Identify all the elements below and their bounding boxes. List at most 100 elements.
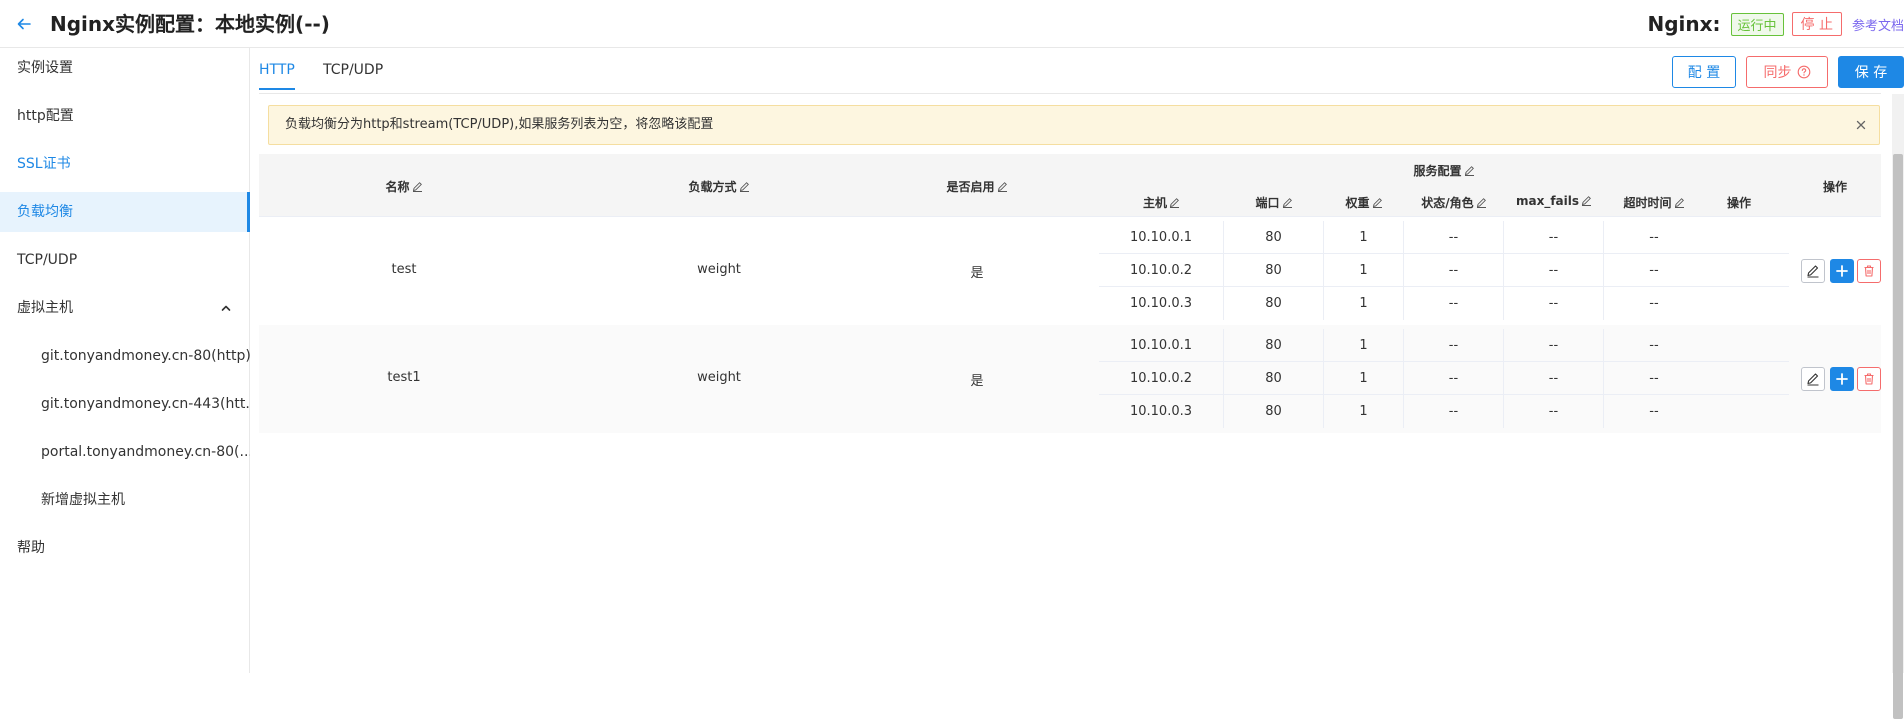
nginx-label: Nginx: [1647,12,1721,36]
cell-weight: 1 [1324,362,1404,395]
sidebar-item-vhost-portal-80[interactable]: portal.tonyandmoney.cn-80(... [0,432,250,472]
delete-button[interactable] [1857,259,1881,283]
protocol-tabs: HTTP TCP/UDP [259,48,1881,94]
server-row: 10.10.0.3 80 1 -- -- -- [1099,287,1789,320]
sidebar-item-vhost-git-80[interactable]: git.tonyandmoney.cn-80(http) [0,336,250,376]
cell-weight: 1 [1324,221,1404,254]
plus-icon [1836,265,1848,277]
cell-status: -- [1404,287,1504,320]
cell-weight: 1 [1324,395,1404,428]
sidebar-item-add-vhost[interactable]: 新增虚拟主机 [0,480,250,520]
edit-icon [1464,166,1474,176]
th-method: 负载方式 [549,178,889,195]
sidebar-item-label: 帮助 [17,540,45,556]
sidebar-item-label: 实例设置 [17,60,73,76]
cell-host: 10.10.0.1 [1099,221,1224,254]
cell-host: 10.10.0.2 [1099,362,1224,395]
delete-button[interactable] [1857,367,1881,391]
sidebar-item-http-config[interactable]: http配置 [0,96,250,136]
help-circle-icon [1797,65,1810,79]
stop-button[interactable]: 停 止 [1791,12,1842,36]
cell-host: 10.10.0.3 [1099,395,1224,428]
add-server-button[interactable] [1830,367,1854,391]
cell-name: test [391,262,417,277]
tab-http[interactable]: HTTP [259,62,295,90]
server-row: 10.10.0.2 80 1 -- -- -- [1099,254,1789,287]
cell-status: -- [1404,329,1504,362]
edit-icon [1581,196,1592,206]
config-button[interactable]: 配 置 [1672,56,1736,88]
sidebar-item-vhost-git-443[interactable]: git.tonyandmoney.cn-443(htt... [0,384,250,424]
cell-status: -- [1404,254,1504,287]
trash-icon [1864,265,1874,277]
cell-port: 80 [1224,362,1324,395]
sidebar-item-virtual-hosts[interactable]: 虚拟主机 [0,288,250,328]
th-sub-operation: 操作 [1726,196,1751,210]
sidebar-item-label: http配置 [17,108,74,124]
cell-host: 10.10.0.3 [1099,287,1224,320]
cell-timeout: -- [1649,338,1659,353]
cell-timeout: -- [1649,404,1659,419]
cell-max-fails: -- [1504,329,1604,362]
sidebar-item-label: git.tonyandmoney.cn-443(htt... [41,396,250,412]
sidebar-item-label: 负载均衡 [17,204,73,220]
arrow-left-icon[interactable] [12,12,36,36]
edit-icon [1372,198,1382,208]
sidebar-item-label: git.tonyandmoney.cn-80(http) [41,348,250,364]
add-server-button[interactable] [1830,259,1854,283]
server-row: 10.10.0.1 80 1 -- -- -- [1099,329,1789,362]
instance-status-bar: Nginx: 运行中 停 止 参考文档 [1647,12,1904,36]
sidebar: 实例设置 http配置 SSL证书 负载均衡 TCP/UDP 虚拟主机 git.… [0,48,250,673]
sidebar-item-load-balancing[interactable]: 负载均衡 [0,192,250,232]
cell-port: 80 [1224,329,1324,362]
table-header: 名称 负载方式 是否启用 服务配置 主机 端口 权重 状态/角色 max_fai… [259,154,1881,217]
tab-tcp-udp[interactable]: TCP/UDP [323,62,383,88]
edit-icon [1807,373,1819,386]
edit-icon [739,182,749,192]
table-row: test weight 是 10.10.0.1 80 1 -- -- -- 10… [259,217,1881,325]
toolbar-actions: 配 置 同步 保 存 [1662,56,1904,88]
cell-status: -- [1404,362,1504,395]
cell-weight: 1 [1324,329,1404,362]
vertical-scrollbar[interactable] [1892,94,1904,719]
edit-icon [1282,198,1292,208]
sidebar-item-label: 新增虚拟主机 [41,492,125,508]
edit-icon [1807,265,1819,278]
sync-button-label: 同步 [1763,65,1792,81]
cell-max-fails: -- [1504,221,1604,254]
chevron-up-icon[interactable] [220,302,232,314]
th-service-config: 服务配置 [1099,162,1789,179]
info-alert: 负载均衡分为http和stream(TCP/UDP),如果服务列表为空，将忽略该… [268,105,1880,145]
th-name: 名称 [259,178,549,195]
cell-port: 80 [1224,395,1324,428]
alert-message: 负载均衡分为http和stream(TCP/UDP),如果服务列表为空，将忽略该… [285,117,714,132]
server-row: 10.10.0.1 80 1 -- -- -- [1099,221,1789,254]
page-title: Nginx实例配置：本地实例(--) [50,12,330,36]
cell-max-fails: -- [1504,287,1604,320]
scrollbar-thumb[interactable] [1893,154,1903,719]
page-header: Nginx实例配置：本地实例(--) Nginx: 运行中 停 止 参考文档 [0,0,1904,48]
cell-max-fails: -- [1504,395,1604,428]
reference-docs-link[interactable]: 参考文档 [1852,15,1904,34]
plus-icon [1836,373,1848,385]
sidebar-item-help[interactable]: 帮助 [0,528,250,568]
cell-port: 80 [1224,287,1324,320]
edit-button[interactable] [1801,367,1825,391]
cell-port: 80 [1224,254,1324,287]
main-content: HTTP TCP/UDP 配 置 同步 保 存 负载均衡分为http和strea… [259,48,1904,719]
sidebar-item-ssl-cert[interactable]: SSL证书 [0,144,250,184]
sidebar-item-tcp-udp[interactable]: TCP/UDP [0,240,250,280]
cell-method: weight [697,262,741,277]
save-button[interactable]: 保 存 [1838,56,1904,88]
sidebar-item-instance-settings[interactable]: 实例设置 [0,48,250,88]
sidebar-item-label: 虚拟主机 [17,300,73,316]
edit-icon [412,182,422,192]
edit-icon [1169,198,1179,208]
edit-button[interactable] [1801,259,1825,283]
sync-button[interactable]: 同步 [1746,56,1828,88]
config-button-label: 配 置 [1687,65,1721,81]
sidebar-item-label: SSL证书 [17,156,71,172]
sidebar-item-label: portal.tonyandmoney.cn-80(... [41,444,250,460]
close-icon[interactable] [1855,119,1867,131]
upstream-table: 名称 负载方式 是否启用 服务配置 主机 端口 权重 状态/角色 max_fai… [259,154,1881,433]
